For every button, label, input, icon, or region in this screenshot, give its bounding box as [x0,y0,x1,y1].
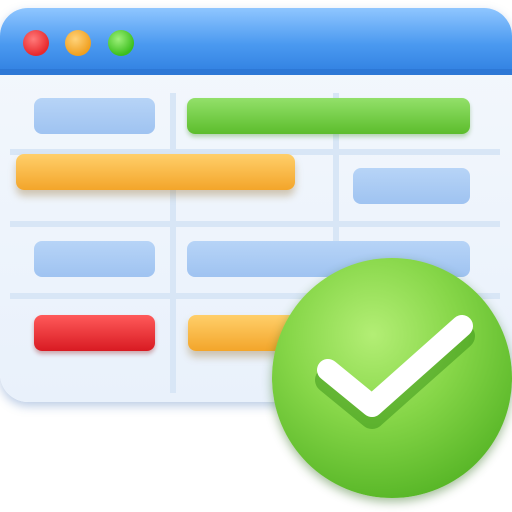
window-titlebar [0,8,512,75]
grid-line-vertical [170,93,176,393]
schedule-bar [34,241,155,277]
checkmark-icon [315,315,475,429]
checkmark-badge [272,258,512,498]
grid-line-horizontal [10,221,500,227]
schedule-bar [353,168,470,204]
close-dot-icon [23,30,49,56]
schedule-bar [187,98,470,134]
minimize-dot-icon [65,30,91,56]
schedule-bar [34,98,155,134]
maximize-dot-icon [108,30,134,56]
schedule-app-icon [0,0,512,512]
schedule-bar [16,154,295,190]
schedule-bar [34,315,155,351]
